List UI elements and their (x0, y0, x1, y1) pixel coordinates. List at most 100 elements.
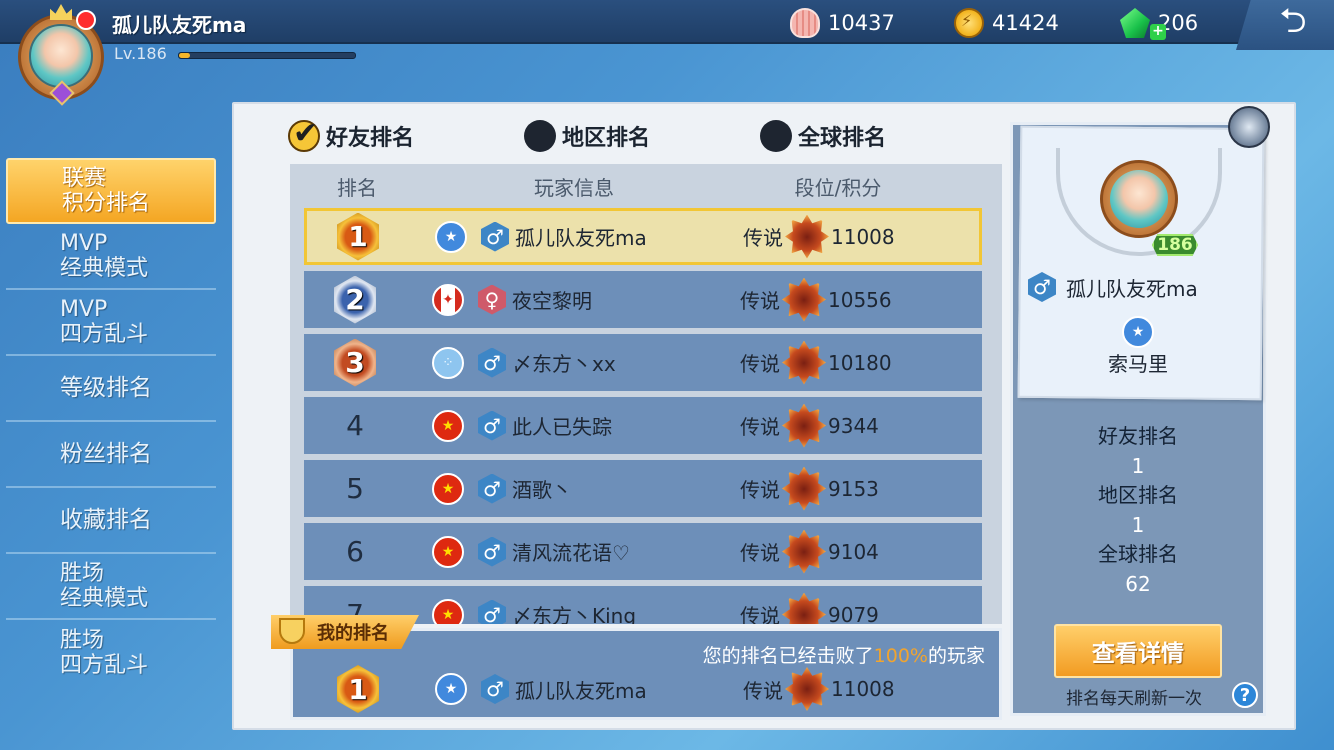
friend-rank-label: 好友排名 (1098, 424, 1178, 448)
score-cell: 9153 (828, 476, 879, 501)
player-name-cell: 〆东方丶King (512, 604, 637, 624)
menu-item-league-points[interactable]: 联赛 积分排名 (6, 158, 216, 224)
tier-name: 传说 (740, 604, 780, 624)
menu-item-level-rank[interactable]: 等级排名 (6, 356, 216, 422)
score-cell: 9344 (828, 413, 879, 438)
rank-cell: 1 (307, 665, 409, 713)
tab-global-rank[interactable]: 全球排名 (760, 120, 996, 152)
pin-icon (1228, 106, 1270, 148)
tier-name: 传说 (743, 226, 783, 250)
female-icon: ♀ (478, 284, 506, 315)
score-cell: 9104 (828, 539, 879, 564)
table-row[interactable]: 3 ⁘ ♂ 〆东方丶xx 传说 10180 (304, 334, 982, 391)
back-arrow-icon: ⮌ (1279, 0, 1307, 41)
male-icon: ♂ (1028, 272, 1056, 302)
radio-icon (760, 120, 792, 152)
player-name-cell: 夜空黎明 (512, 289, 592, 313)
tier-cell: 传说 11008 (743, 667, 895, 711)
notification-dot (76, 10, 96, 30)
score-cell: 11008 (831, 224, 895, 249)
player-name-cell: 孤儿队友死ma (515, 226, 647, 250)
my-rank-row[interactable]: 1 ★ ♂ 孤儿队友死ma 传说 11008 (307, 661, 895, 717)
rank-cell: 6 (304, 535, 406, 568)
profile-name: 孤儿队友死ma (1066, 276, 1198, 301)
player-name-cell: 此人已失踪 (512, 415, 612, 439)
table-row[interactable]: 4 ★ ♂ 此人已失踪 传说 9344 (304, 397, 982, 454)
player-level: Lv.186 (114, 44, 167, 63)
shell-amount: 10437 (828, 11, 895, 35)
my-rank-label-text: 我的排名 (317, 623, 389, 644)
player-name-cell: 清风流花语♡ (512, 541, 630, 565)
china-flag-icon: ★ (432, 535, 464, 568)
menu-item-mvp-brawl[interactable]: MVP 四方乱斗 (6, 290, 216, 356)
player-name: 孤儿队友死ma (112, 13, 247, 37)
tier-cell: 传说 9104 (740, 529, 879, 574)
menu-item-collection-rank[interactable]: 收藏排名 (6, 488, 216, 554)
menu-item-mvp-classic[interactable]: MVP 经典模式 (6, 224, 216, 290)
ranking-table[interactable]: 排名 玩家信息 段位/积分 1 ★ ♂ 孤儿队友死ma 传说 11008 2 ✦… (290, 164, 1002, 624)
rank-cell: 5 (304, 472, 406, 505)
view-details-button[interactable]: 查看详情 (1054, 624, 1222, 678)
back-button[interactable]: ⮌ (1236, 0, 1334, 50)
menu-item-label: 收藏排名 (60, 506, 152, 533)
tier-name: 传说 (740, 352, 780, 376)
my-score: 11008 (831, 677, 895, 701)
player-name-cell: 酒歌丶 (512, 478, 572, 502)
menu-item-sublabel: 经典模式 (60, 256, 149, 281)
menu-item-wins-brawl[interactable]: 胜场 四方乱斗 (6, 620, 216, 686)
table-row[interactable]: 5 ★ ♂ 酒歌丶 传说 9153 (304, 460, 982, 517)
table-header: 排名 玩家信息 段位/积分 (290, 164, 1002, 208)
male-icon: ♂ (478, 536, 506, 567)
menu-item-label: 胜场 (60, 561, 105, 586)
tab-friend-rank[interactable]: 好友排名 (288, 116, 524, 152)
tier-name: 传说 (740, 415, 780, 439)
male-icon: ♂ (478, 599, 506, 624)
ranking-scope-tabs: 好友排名 地区排名 全球排名 (288, 116, 996, 152)
tab-region-rank[interactable]: 地区排名 (524, 120, 760, 152)
menu-item-label: 粉丝排名 (60, 440, 152, 467)
rank-cell: 4 (304, 409, 406, 442)
tab-label: 全球排名 (798, 126, 887, 151)
my-rank-label: 我的排名 (271, 615, 419, 649)
menu-item-fans-rank[interactable]: 粉丝排名 (6, 422, 216, 488)
crown-icon (50, 4, 72, 20)
rank-cell: 2 (304, 275, 406, 324)
bronze-medal-icon: 3 (334, 338, 376, 387)
global-rank-value: 62 (1125, 572, 1151, 596)
tier-cell: 传说 9344 (740, 403, 879, 448)
legend-tier-badge-icon (782, 403, 826, 448)
profile-name-row: ♂ 孤儿队友死ma (1028, 272, 1198, 302)
profile-country: 索马里 (1108, 352, 1168, 376)
legend-tier-badge-icon (782, 529, 826, 574)
table-row[interactable]: 2 ✦ ♀ 夜空黎明 传说 10556 (304, 271, 982, 328)
global-rank-label: 全球排名 (1098, 542, 1178, 566)
shell-currency[interactable]: 10437 (790, 8, 895, 38)
somalia-flag-icon: ★ (435, 673, 467, 705)
china-flag-icon: ★ (432, 472, 464, 505)
table-row[interactable]: 6 ★ ♂ 清风流花语♡ 传说 9104 (304, 523, 982, 580)
rank-number: 6 (346, 535, 364, 568)
tier-cell: 传说 10180 (740, 340, 892, 385)
beat-suffix: 的玩家 (927, 645, 985, 667)
region-rank-label: 地区排名 (1098, 483, 1178, 507)
xp-bar-fill (179, 53, 190, 58)
male-icon: ♂ (481, 221, 509, 252)
help-icon[interactable]: ? (1232, 682, 1258, 708)
menu-item-wins-classic[interactable]: 胜场 经典模式 (6, 554, 216, 620)
male-icon: ♂ (478, 347, 506, 378)
checked-radio-icon (288, 116, 320, 152)
table-row[interactable]: 1 ★ ♂ 孤儿队友死ma 传说 11008 (304, 208, 982, 265)
coin-currency[interactable]: 41424 (954, 8, 1059, 38)
add-gems-button[interactable]: + (1150, 24, 1166, 40)
friend-rank-value: 1 (1131, 454, 1145, 478)
profile-avatar[interactable] (1100, 154, 1182, 240)
xp-bar (178, 52, 356, 59)
gold-medal-icon: 1 (337, 665, 379, 713)
legend-tier-badge-icon (782, 592, 826, 624)
score-cell: 10556 (828, 287, 892, 312)
legend-tier-badge-icon (785, 667, 829, 711)
menu-item-sublabel: 积分排名 (62, 191, 151, 216)
rank-number: 5 (346, 472, 364, 505)
tier-name: 传说 (740, 478, 780, 502)
somalia-flag-icon: ★ (435, 220, 467, 253)
